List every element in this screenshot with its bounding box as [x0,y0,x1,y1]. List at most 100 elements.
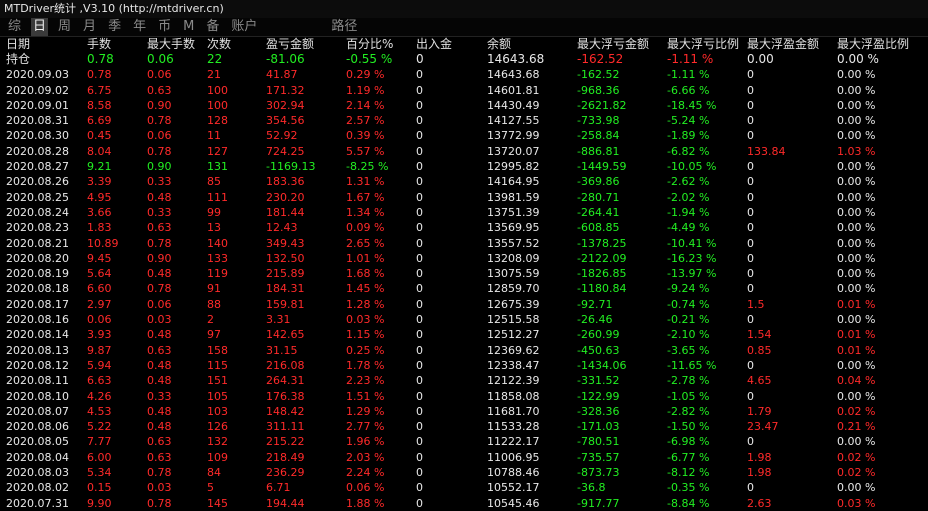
cell-col-5: 1.15 % [346,328,385,342]
toolbar-button-1[interactable]: 日 [31,18,49,36]
table-row[interactable]: 2020.08.17 2.97 0.06 88 159.81 1.28 % 0 12675.3… [0,297,928,312]
table-row[interactable]: 2020.08.02 0.15 0.03 5 6.71 0.06 % 0 10552.17 -3… [0,480,928,495]
cell-col-2: 0.78 [147,466,172,480]
table-row[interactable]: 2020.08.18 6.60 0.78 91 184.31 1.45 % 0 12859.7… [0,281,928,296]
period-toolbar: 综日周月季年币 M 备账户 路径 [0,18,928,37]
cell-col-5: -8.25 % [346,160,389,174]
cell-col-11: 0.00 % [837,83,876,97]
cell-col-6: 0 [416,144,423,158]
cell-col-1: 8.58 [87,98,112,112]
cell-col-4: 171.32 [266,83,305,97]
cell-col-2: 0.63 [147,450,172,464]
table-row[interactable]: 2020.08.05 7.77 0.63 132 215.22 1.96 % 0 11222.… [0,434,928,449]
toolbar-button-7[interactable]: M [181,18,196,36]
table-row[interactable]: 2020.08.19 5.64 0.48 119 215.89 1.68 % 0 13075.… [0,266,928,281]
cell-col-2: 0.78 [147,282,172,296]
cell-col-9: -1.05 % [667,389,710,403]
table-row[interactable]: 2020.09.01 8.58 0.90 100 302.94 2.14 % 0 14430.… [0,98,928,113]
table-row[interactable]: 2020.08.10 4.26 0.33 105 176.38 1.51 % 0 11858.… [0,389,928,404]
cell-col-11: 0.00 % [837,175,876,189]
cell-col-4: 52.92 [266,129,298,143]
table-row[interactable]: 2020.08.16 0.06 0.03 2 3.31 0.03 % 0 12515.58 -2… [0,312,928,327]
toolbar-button-3[interactable]: 月 [81,18,98,36]
cell-col-11: 0.00 % [837,481,876,495]
cell-col-3: 99 [207,205,221,219]
cell-col-2: 0.63 [147,83,172,97]
cell-col-9: 最大浮亏比例 [667,37,740,51]
cell-col-4: -81.06 [266,52,305,66]
cell-col-11: 0.00 % [837,251,876,265]
table-row[interactable]: 2020.08.13 9.87 0.63 158 31.15 0.25 % 0 12369.6… [0,343,928,358]
toolbar-button-4[interactable]: 季 [106,18,123,36]
cell-col-8: -369.86 [577,175,620,189]
cell-col-8: -331.52 [577,374,620,388]
cell-col-5: 2.65 % [346,236,385,250]
cell-col-0: 2020.08.05 [6,435,69,449]
cell-col-2: 0.03 [147,313,172,327]
table-row[interactable]: 2020.09.02 6.75 0.63 100 171.32 1.19 % 0 14601.… [0,83,928,98]
cell-col-7: 11222.17 [487,435,540,449]
toolbar-button-8[interactable]: 备 [204,18,221,36]
toolbar-button-0[interactable]: 综 [6,18,23,36]
table-row[interactable]: 2020.08.04 6.00 0.63 109 218.49 2.03 % 0 11006.… [0,450,928,465]
cell-col-4: 215.89 [266,267,305,281]
table-row[interactable]: 2020.08.11 6.63 0.48 151 264.31 2.23 % 0 12122.… [0,373,928,388]
cell-col-4: 3.31 [266,313,291,327]
table-row[interactable]: 2020.08.12 5.94 0.48 115 216.08 1.78 % 0 12338.… [0,358,928,373]
table-row[interactable]: 2020.08.30 0.45 0.06 11 52.92 0.39 % 0 13772.99… [0,128,928,143]
cell-col-11: 0.00 % [837,282,876,296]
toolbar-button-6[interactable]: 币 [156,18,173,36]
table-row[interactable]: 2020.09.03 0.78 0.06 21 41.87 0.29 % 0 14643.68… [0,67,928,82]
cell-col-9: -13.97 % [667,267,717,281]
table-row[interactable]: 2020.08.14 3.93 0.48 97 142.65 1.15 % 0 12512.2… [0,327,928,342]
table-row[interactable]: 2020.08.07 4.53 0.48 103 148.42 1.29 % 0 11681.… [0,404,928,419]
cell-col-9: -1.94 % [667,205,710,219]
table-row[interactable]: 2020.08.26 3.39 0.33 85 183.36 1.31 % 0 14164.9… [0,174,928,189]
cell-col-0: 2020.08.31 [6,114,69,128]
cell-col-6: 出入金 [416,37,453,51]
table-row[interactable]: 2020.07.31 9.90 0.78 145 194.44 1.88 % 0 10545.… [0,496,928,511]
cell-col-4: 148.42 [266,404,305,418]
cell-col-9: -6.82 % [667,144,710,158]
cell-col-3: 151 [207,374,228,388]
cell-col-10: 1.54 [747,328,772,342]
table-header-row: 日期 手数 最大手数 次数 盈亏金额 百分比% 出入金 余额 最大浮亏金额 最大浮亏比例 最大浮盈金… [0,37,928,52]
cell-col-2: 0.63 [147,221,172,235]
cell-col-7: 14164.95 [487,175,540,189]
cell-col-7: 14430.49 [487,98,540,112]
toolbar-button-9[interactable]: 账户 [229,18,259,36]
cell-col-0: 2020.08.07 [6,404,69,418]
table-row[interactable]: 2020.08.23 1.83 0.63 13 12.43 0.09 % 0 13569.95… [0,220,928,235]
cell-col-11: 0.00 % [837,236,876,250]
table-row[interactable]: 2020.08.28 8.04 0.78 127 724.25 5.57 % 0 13720.… [0,144,928,159]
cell-col-8: -36.8 [577,481,606,495]
cell-col-5: 1.67 % [346,190,385,204]
cell-col-4: 31.15 [266,343,298,357]
cell-col-7: 12995.82 [487,160,540,174]
table-row[interactable]: 2020.08.25 4.95 0.48 111 230.20 1.67 % 0 13981.… [0,190,928,205]
table-row[interactable]: 2020.08.24 3.66 0.33 99 181.44 1.34 % 0 13751.3… [0,205,928,220]
cell-col-8: -1449.59 [577,160,627,174]
table-row[interactable]: 2020.08.03 5.34 0.78 84 236.29 2.24 % 0 10788.4… [0,465,928,480]
table-row[interactable]: 2020.08.21 10.89 0.78 140 349.43 2.65 % 0 13557… [0,236,928,251]
table-row[interactable]: 2020.08.06 5.22 0.48 126 311.11 2.77 % 0 11533.… [0,419,928,434]
cell-col-1: 0.45 [87,129,112,143]
path-button[interactable]: 路径 [329,18,359,36]
cell-col-7: 10788.46 [487,466,540,480]
cell-col-2: 0.78 [147,114,172,128]
toolbar-button-2[interactable]: 周 [56,18,73,36]
table-row[interactable]: 2020.08.27 9.21 0.90 131 -1169.13 -8.25 % 0 129… [0,159,928,174]
cell-col-8: -873.73 [577,466,620,480]
cell-col-10: 1.79 [747,404,772,418]
cell-col-0: 2020.08.03 [6,466,69,480]
toolbar-button-5[interactable]: 年 [131,18,148,36]
cell-col-1: 6.00 [87,450,112,464]
holding-row[interactable]: 持仓 0.78 0.06 22 -81.06 -0.55 % 0 14643.68 -162.5… [0,52,928,67]
cell-col-8: -280.71 [577,190,620,204]
cell-col-0: 2020.08.28 [6,144,69,158]
table-row[interactable]: 2020.08.20 9.45 0.90 133 132.50 1.01 % 0 13208.… [0,251,928,266]
cell-col-1: 6.75 [87,83,112,97]
table-row[interactable]: 2020.08.31 6.69 0.78 128 354.56 2.57 % 0 14127.… [0,113,928,128]
cell-col-3: 22 [207,52,223,66]
cell-col-9: -0.21 % [667,313,710,327]
